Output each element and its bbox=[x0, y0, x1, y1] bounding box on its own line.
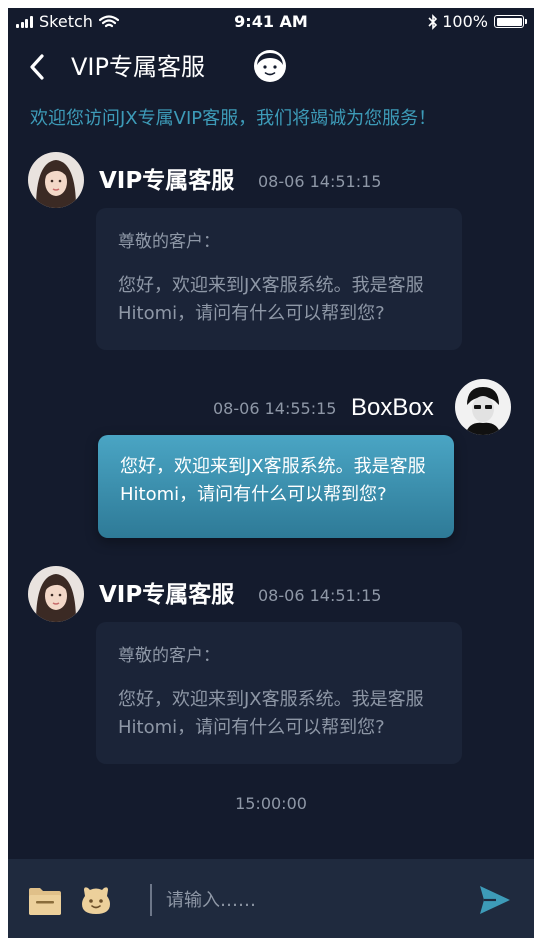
bluetooth-icon bbox=[428, 13, 438, 30]
sender-name: VIP专属客服 bbox=[99, 168, 235, 194]
agent-avatar[interactable] bbox=[28, 566, 84, 622]
outgoing-message-bubble: 您好，欢迎来到JX客服系统。我是客服Hitomi，请问有什么可以帮到您? bbox=[98, 435, 454, 538]
page-title: VIP专属客服 bbox=[71, 53, 205, 81]
battery-icon bbox=[494, 15, 527, 28]
message-time: 08-06 14:51:15 bbox=[258, 586, 382, 605]
customer-service-avatar-icon[interactable] bbox=[252, 48, 288, 84]
message-greeting: 尊敬的客户： bbox=[118, 232, 220, 252]
incoming-message-bubble: 尊敬的客户： 您好，欢迎来到JX客服系统。我是客服Hitomi，请问有什么可以帮… bbox=[96, 622, 462, 764]
input-bar bbox=[8, 859, 534, 938]
time-divider: 15:00:00 bbox=[235, 794, 307, 813]
send-icon[interactable] bbox=[478, 883, 512, 917]
back-chevron-icon[interactable] bbox=[26, 52, 50, 82]
sender-name: VIP专属客服 bbox=[99, 582, 235, 608]
message-greeting: 尊敬的客户： bbox=[118, 646, 220, 666]
message-time: 08-06 14:55:15 bbox=[213, 399, 337, 418]
welcome-banner: 欢迎您访问JX专属VIP客服，我们将竭诚为您服务！ bbox=[30, 108, 437, 129]
emoji-icon[interactable] bbox=[80, 884, 112, 916]
user-avatar[interactable] bbox=[455, 379, 511, 435]
message-text: 您好，欢迎来到JX客服系统。我是客服Hitomi，请问有什么可以帮到您? bbox=[118, 689, 424, 738]
message-text: 您好，欢迎来到JX客服系统。我是客服Hitomi，请问有什么可以帮到您? bbox=[120, 456, 426, 505]
folder-icon[interactable] bbox=[28, 886, 62, 916]
status-bar-right: 100% bbox=[428, 12, 527, 31]
agent-avatar[interactable] bbox=[28, 152, 84, 208]
battery-percent: 100% bbox=[442, 12, 488, 31]
incoming-message-bubble: 尊敬的客户： 您好，欢迎来到JX客服系统。我是客服Hitomi，请问有什么可以帮… bbox=[96, 208, 462, 350]
status-bar: Sketch 9:41 AM 100% bbox=[8, 8, 534, 34]
sender-name: BoxBox bbox=[351, 394, 434, 421]
message-text: 您好，欢迎来到JX客服系统。我是客服Hitomi，请问有什么可以帮到您? bbox=[118, 275, 424, 324]
message-time: 08-06 14:51:15 bbox=[258, 172, 382, 191]
nav-header: VIP专属客服 bbox=[8, 44, 534, 92]
chat-screen: Sketch 9:41 AM 100% VIP专属客服 欢迎您访问JX专属VIP… bbox=[8, 8, 534, 938]
message-input[interactable] bbox=[150, 884, 450, 916]
